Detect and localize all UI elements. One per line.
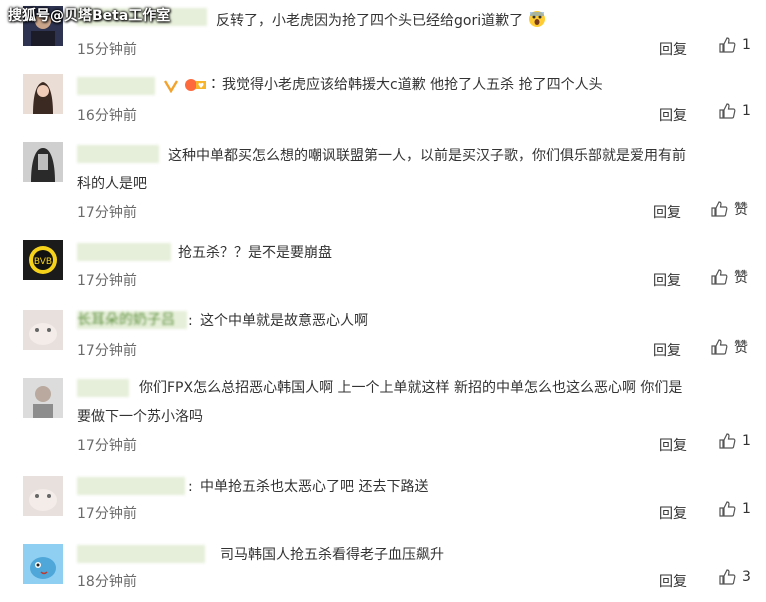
username[interactable]: [77, 145, 159, 163]
comment-time: 17分钟前: [77, 438, 137, 454]
like-label: 赞: [734, 340, 748, 356]
thumbs-up-icon: [719, 569, 736, 585]
avatar[interactable]: BVB: [23, 240, 63, 280]
comment-time: 17分钟前: [77, 273, 137, 289]
username[interactable]: [77, 77, 155, 95]
avatar[interactable]: [23, 378, 63, 418]
comment-text: 抢五杀？？是不是要崩盘: [178, 245, 332, 261]
comment-text: 这个中单就是故意恶心人啊: [200, 313, 368, 329]
comment-text: 中单抢五杀也太恶心了吧 还去下路送: [200, 479, 429, 495]
thumbs-up-icon: [719, 37, 736, 53]
like-button[interactable]: 1: [718, 102, 751, 120]
comment-text-line2: 科的人是吧: [77, 176, 147, 192]
thumbs-up-icon: [711, 339, 728, 355]
reply-button[interactable]: 回复: [653, 270, 681, 290]
name-separator: :: [188, 479, 193, 495]
reply-button[interactable]: 回复: [653, 340, 681, 360]
avatar[interactable]: [23, 310, 63, 350]
avatar[interactable]: [23, 476, 63, 516]
reply-button[interactable]: 回复: [653, 202, 681, 222]
comment-text: 你们FPX怎么总招恶心韩国人啊 上一个上单就这样 新招的中单怎么也这么恶心啊 你…: [139, 380, 683, 396]
scream-emoji-icon: [528, 10, 546, 35]
like-button[interactable]: 赞: [710, 199, 748, 219]
vip-badge-icon: ♥: [184, 77, 208, 97]
username[interactable]: [77, 545, 205, 563]
reply-button[interactable]: 回复: [659, 435, 687, 455]
reply-button[interactable]: 回复: [659, 39, 687, 59]
name-separator: :: [188, 313, 193, 329]
like-label: 赞: [734, 270, 748, 286]
thumbs-up-icon: [719, 103, 736, 119]
like-count: 3: [742, 569, 751, 585]
avatar[interactable]: [23, 142, 63, 182]
like-button[interactable]: 1: [718, 432, 751, 450]
comment-time: 15分钟前: [77, 42, 137, 58]
like-button[interactable]: 1: [718, 36, 751, 54]
reply-button[interactable]: 回复: [659, 105, 687, 125]
comment-time: 17分钟前: [77, 343, 137, 359]
like-button[interactable]: 赞: [710, 337, 748, 357]
reply-button[interactable]: 回复: [659, 571, 687, 591]
comment-time: 18分钟前: [77, 574, 137, 590]
like-count: 1: [742, 37, 751, 53]
like-count: 1: [742, 501, 751, 517]
like-button[interactable]: 3: [718, 568, 751, 586]
username[interactable]: [77, 243, 171, 261]
like-count: 1: [742, 103, 751, 119]
username[interactable]: 长耳朵的奶子吕: [77, 311, 187, 329]
comment-time: 17分钟前: [77, 506, 137, 522]
username[interactable]: [77, 477, 185, 495]
reply-button[interactable]: 回复: [659, 503, 687, 523]
comment-text-line2: 要做下一个苏小洛吗: [77, 409, 203, 425]
username[interactable]: [77, 379, 129, 397]
watermark: 搜狐号@贝塔Beta工作室: [8, 8, 171, 24]
comment-time: 17分钟前: [77, 205, 137, 221]
svg-text:BVB: BVB: [34, 257, 52, 267]
thumbs-up-icon: [719, 433, 736, 449]
comment-text: 反转了，小老虎因为抢了四个头已经给gori道歉了: [216, 10, 546, 35]
avatar[interactable]: [23, 74, 63, 114]
thumbs-up-icon: [711, 269, 728, 285]
like-label: 赞: [734, 202, 748, 218]
v-badge-icon: [163, 78, 179, 97]
like-button[interactable]: 赞: [710, 267, 748, 287]
comment-time: 16分钟前: [77, 108, 137, 124]
comment-text: 司马韩国人抢五杀看得老子血压飙升: [220, 547, 444, 563]
thumbs-up-icon: [711, 201, 728, 217]
svg-text:♥: ♥: [198, 82, 204, 90]
comment-text: 我觉得小老虎应该给韩援大c道歉 他抢了人五杀 抢了四个人头: [222, 77, 603, 93]
like-count: 1: [742, 433, 751, 449]
thumbs-up-icon: [719, 501, 736, 517]
like-button[interactable]: 1: [718, 500, 751, 518]
comment-text: 这种中单都买怎么想的嘲讽联盟第一人，以前是买汉子歌，你们俱乐部就是爱用有前: [168, 148, 686, 164]
avatar[interactable]: [23, 544, 63, 584]
